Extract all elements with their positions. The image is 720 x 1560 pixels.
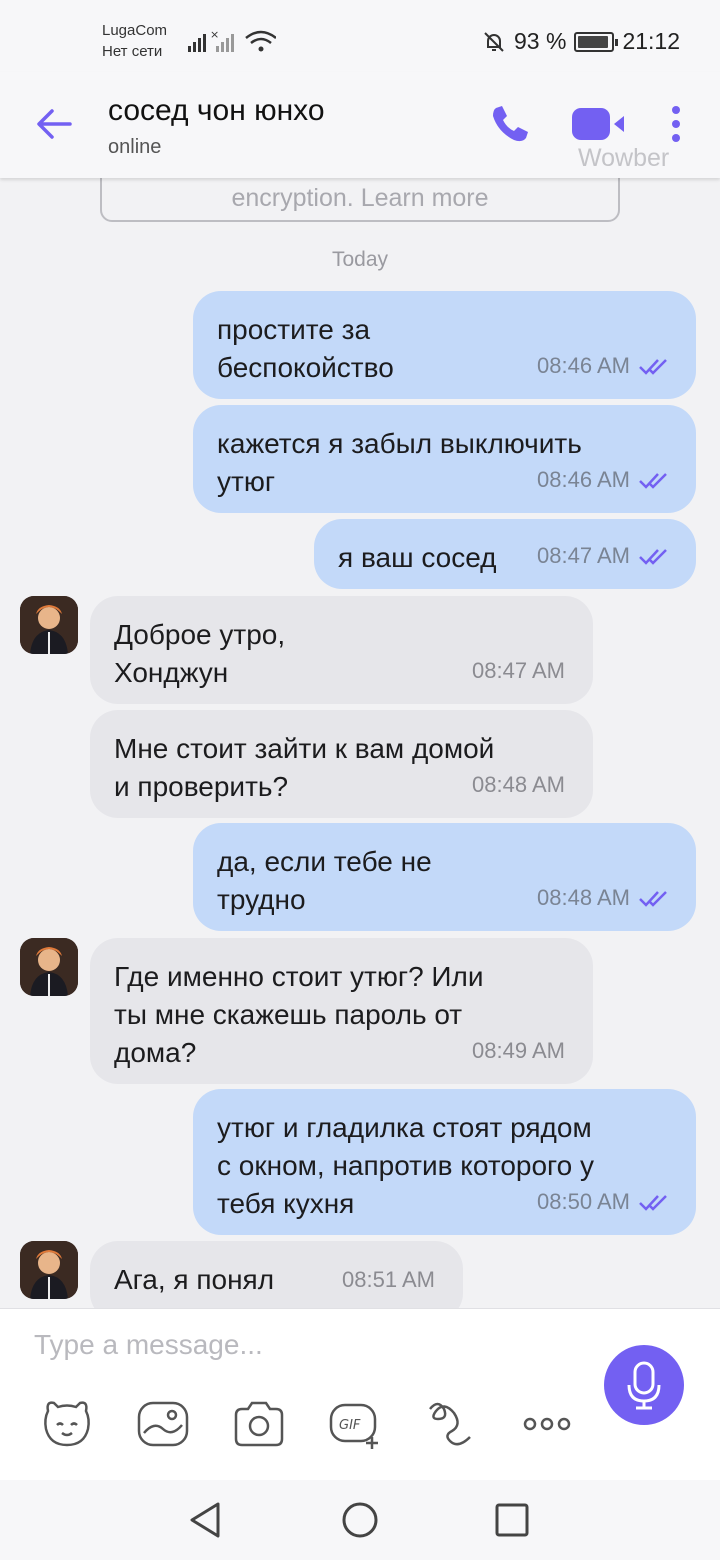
encryption-notice[interactable]: encryption. Learn more (100, 178, 620, 222)
message-meta: 08:49 AM (472, 1032, 565, 1070)
message-meta: 08:46 AM (537, 347, 672, 385)
message-input[interactable]: Type a message... (34, 1329, 263, 1361)
avatar[interactable] (20, 1241, 78, 1299)
doodle-icon[interactable] (424, 1397, 478, 1451)
chat-header: сосед чон юнхо online Wowber (0, 72, 720, 178)
message-meta: 08:51 AM (342, 1261, 435, 1299)
avatar-image (20, 596, 78, 654)
message-time: 08:48 AM (537, 885, 630, 910)
back-arrow-icon[interactable] (34, 106, 74, 142)
avatar-image (20, 1241, 78, 1299)
message-bubble[interactable]: я ваш сосед 08:47 AM (314, 519, 696, 589)
battery-percent: 93 % (514, 28, 567, 54)
more-vertical-icon[interactable] (664, 102, 688, 146)
nav-home-icon[interactable] (340, 1500, 380, 1540)
microphone-button[interactable] (604, 1345, 684, 1425)
message-bubble[interactable]: кажется я забыл выключить утюг 08:46 AM (193, 405, 696, 513)
svg-text:×: × (210, 28, 219, 41)
message-meta: 08:47 AM (472, 652, 565, 690)
double-check-icon (639, 549, 667, 565)
message-bubble[interactable]: Где именно стоит утюг? Или ты мне скажеш… (90, 938, 593, 1084)
gif-label: GIF (339, 1418, 361, 1433)
message-composer: Type a message... GIF (0, 1308, 720, 1480)
message-meta: 08:46 AM (537, 461, 672, 499)
message-time: 08:49 AM (472, 1038, 565, 1063)
message-time: 08:47 AM (537, 543, 630, 568)
more-options-icon[interactable] (520, 1397, 574, 1451)
message-bubble[interactable]: утюг и гладилка стоят рядом с окном, нап… (193, 1089, 696, 1235)
date-separator: Today (331, 248, 389, 271)
phone-icon[interactable] (488, 102, 532, 146)
double-check-icon (639, 1195, 667, 1211)
contact-name[interactable]: сосед чон юнхо (108, 94, 325, 128)
carrier-name: LugaCom (102, 22, 168, 39)
double-check-icon (639, 891, 667, 907)
message-time: 08:48 AM (472, 772, 565, 797)
message-meta: 08:47 AM (537, 537, 672, 575)
message-bubble[interactable]: Ага, я понял 08:51 AM (90, 1241, 463, 1308)
video-camera-icon[interactable] (570, 104, 628, 144)
sticker-icon[interactable] (40, 1397, 94, 1451)
message-meta: 08:48 AM (472, 766, 565, 804)
message-time: 08:46 AM (537, 467, 630, 492)
battery-icon (574, 31, 619, 52)
message-bubble[interactable]: простите за беспокойство 08:46 AM (193, 291, 696, 399)
message-time: 08:51 AM (342, 1267, 435, 1292)
gallery-icon[interactable] (136, 1397, 190, 1451)
signal-icon: × (188, 28, 276, 52)
microphone-icon (627, 1361, 661, 1410)
system-nav-bar (0, 1480, 720, 1560)
message-time: 08:47 AM (472, 658, 565, 683)
clock: 21:12 (622, 28, 680, 54)
double-check-icon (639, 359, 667, 375)
status-right: 93 % 21:12 (482, 28, 680, 55)
message-time: 08:46 AM (537, 353, 630, 378)
gif-icon[interactable]: GIF (328, 1397, 382, 1451)
carrier-info: LugaCom Нет сети (102, 20, 167, 62)
avatar-image (20, 938, 78, 996)
nav-recents-icon[interactable] (492, 1500, 532, 1540)
nav-back-icon[interactable] (186, 1500, 226, 1540)
message-meta: 08:48 AM (537, 879, 672, 917)
chat-area[interactable]: encryption. Learn more Today простите за… (0, 178, 720, 1308)
message-time: 08:50 AM (537, 1189, 630, 1214)
avatar[interactable] (20, 596, 78, 654)
contact-status: online (108, 136, 162, 158)
message-bubble[interactable]: Доброе утро, Хонджун 08:47 AM (90, 596, 593, 704)
carrier-status: Нет сети (102, 43, 163, 60)
mute-bell-icon (484, 31, 504, 52)
message-meta: 08:50 AM (537, 1183, 672, 1221)
message-bubble[interactable]: Мне стоит зайти к вам домой и проверить?… (90, 710, 593, 818)
watermark: Wowber (578, 144, 670, 172)
avatar[interactable] (20, 938, 78, 996)
status-bar: LugaCom Нет сети × 93 % 21:12 (0, 0, 720, 72)
message-bubble[interactable]: да, если тебе не трудно 08:48 AM (193, 823, 696, 931)
double-check-icon (639, 473, 667, 489)
camera-icon[interactable] (232, 1397, 286, 1451)
